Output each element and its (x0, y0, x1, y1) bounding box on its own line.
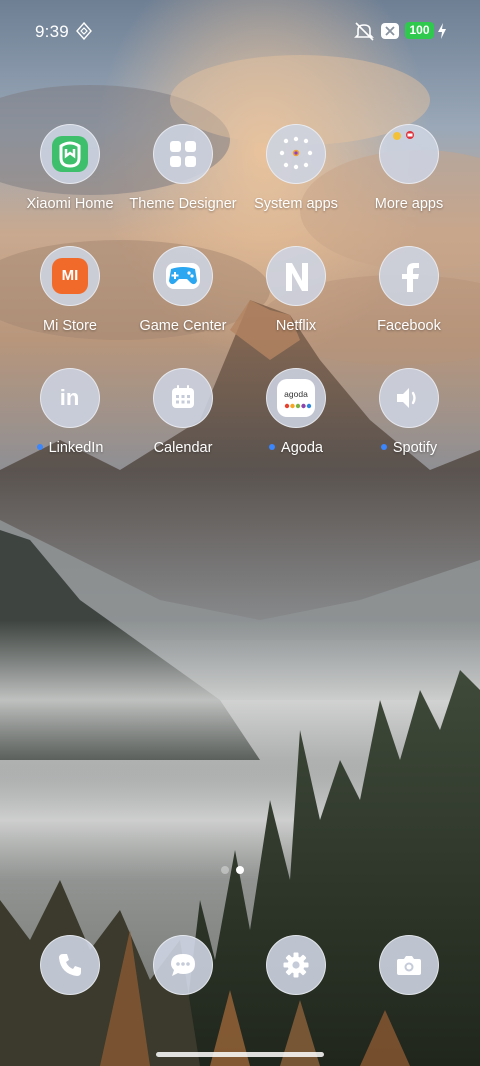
notification-icon (381, 23, 399, 39)
app-agoda[interactable]: agoda Agoda (236, 368, 356, 478)
new-dot (269, 444, 276, 451)
spotify-icon[interactable] (379, 368, 439, 428)
home-indicator[interactable] (156, 1052, 324, 1057)
agoda-logo-text: agoda (284, 389, 308, 399)
app-mi-store[interactable]: MI Mi Store (10, 246, 130, 356)
app-xiaomi-home[interactable]: Xiaomi Home (10, 124, 130, 234)
app-theme-designer[interactable]: Theme Designer (123, 124, 243, 234)
page-dot[interactable] (221, 866, 229, 874)
folder-icon[interactable] (266, 124, 326, 184)
calendar-icon[interactable] (153, 368, 213, 428)
folder-icon[interactable] (379, 124, 439, 184)
battery-indicator: 100 (405, 22, 434, 39)
theme-designer-icon[interactable] (153, 124, 213, 184)
agoda-icon[interactable]: agoda (266, 368, 326, 428)
linkedin-icon[interactable]: in (40, 368, 100, 428)
app-label: Spotify (339, 440, 479, 456)
charging-icon (438, 23, 446, 39)
app-facebook[interactable]: Facebook (349, 246, 469, 356)
mi-store-icon[interactable]: MI (40, 246, 100, 306)
new-dot (36, 444, 43, 451)
new-dot (380, 444, 387, 451)
mute-icon (354, 22, 374, 41)
folder-system-apps[interactable]: System apps (236, 124, 356, 234)
messages-icon[interactable] (153, 935, 213, 995)
camera-icon[interactable] (379, 935, 439, 995)
app-spotify[interactable]: Spotify (349, 368, 469, 478)
sync-icon (76, 22, 92, 40)
facebook-icon[interactable] (379, 246, 439, 306)
xiaomi-home-icon[interactable] (40, 124, 100, 184)
app-linkedin[interactable]: in LinkedIn (10, 368, 130, 478)
netflix-icon[interactable] (266, 246, 326, 306)
app-label: More apps (374, 196, 444, 212)
status-bar: 9:39 100 (0, 0, 480, 62)
status-time: 9:39 (35, 22, 69, 41)
settings-icon[interactable] (266, 935, 326, 995)
page-indicator (0, 866, 480, 874)
game-controller-icon[interactable] (153, 246, 213, 306)
app-netflix[interactable]: Netflix (236, 246, 356, 356)
mi-logo-text: MI (61, 267, 79, 284)
app-label: Facebook (377, 318, 441, 334)
app-game-center[interactable]: Game Center (123, 246, 243, 356)
folder-more-apps[interactable]: More apps (349, 124, 469, 234)
phone-icon[interactable] (40, 935, 100, 995)
app-calendar[interactable]: Calendar (123, 368, 243, 478)
page-dot-current[interactable] (236, 866, 244, 874)
